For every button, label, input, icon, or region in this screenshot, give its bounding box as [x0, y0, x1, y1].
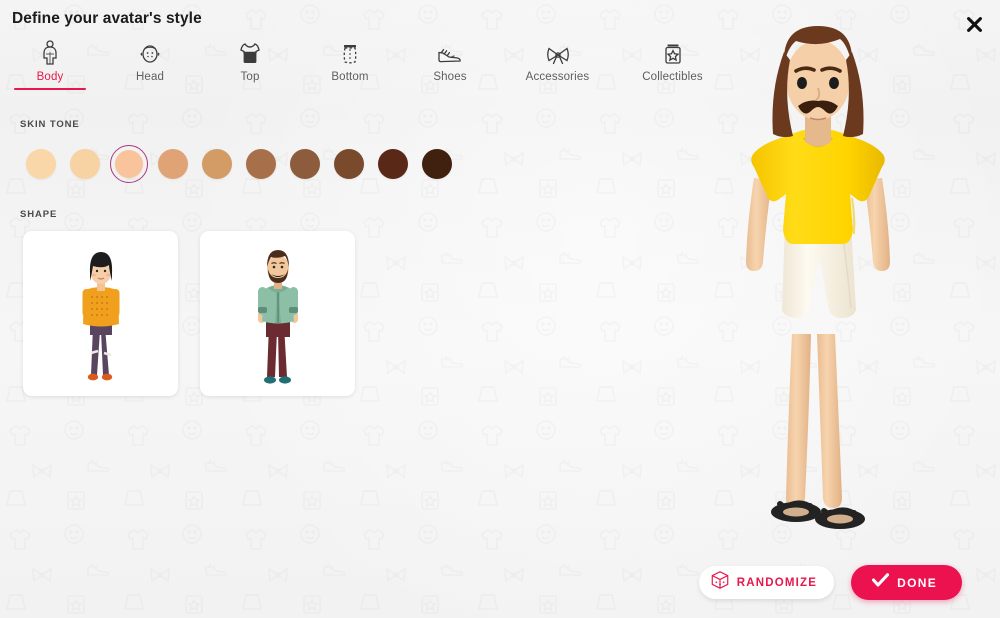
tab-shoes[interactable]: Shoes	[400, 40, 500, 83]
category-tabs: Body Head Top Bottom Shoes Accessories C…	[0, 40, 730, 94]
skin-tone-swatch-2[interactable]	[66, 145, 104, 183]
tab-body[interactable]: Body	[0, 40, 100, 90]
masculine-avatar-figure	[257, 250, 298, 384]
skin-tone-swatch-8[interactable]	[330, 145, 368, 183]
header-bar: Define your avatar's style	[0, 0, 1000, 34]
randomize-button[interactable]: RANDOMIZE	[698, 566, 835, 599]
swatch-color	[202, 149, 232, 179]
done-button[interactable]: DONE	[851, 565, 962, 600]
swatch-color	[115, 150, 143, 178]
action-bar: RANDOMIZE DONE	[698, 565, 962, 600]
avatar-preview-figure	[700, 0, 1000, 618]
tab-body-label: Body	[36, 71, 64, 83]
tab-bottom[interactable]: Bottom	[300, 40, 400, 83]
tab-collectibles-label: Collectibles	[642, 71, 703, 83]
swatch-color	[26, 149, 56, 179]
tab-collectibles[interactable]: Collectibles	[615, 40, 730, 83]
shape-option-feminine[interactable]	[23, 231, 178, 396]
tab-accessories-label: Accessories	[525, 71, 590, 83]
swatch-color	[334, 149, 364, 179]
skin-tone-swatch-9[interactable]	[374, 145, 412, 183]
skin-tone-swatch-3[interactable]	[110, 145, 148, 183]
skin-tone-swatch-10[interactable]	[418, 145, 456, 183]
tab-active-indicator	[14, 87, 86, 90]
tab-head[interactable]: Head	[100, 40, 200, 83]
tab-head-label: Head	[135, 71, 165, 83]
head-icon	[138, 40, 162, 66]
tab-top[interactable]: Top	[200, 40, 300, 83]
tab-top-label: Top	[240, 71, 260, 83]
skin-tone-section-label: SKIN TONE	[20, 119, 80, 130]
shape-option-row	[23, 231, 355, 396]
skin-tone-swatch-1[interactable]	[22, 145, 60, 183]
tab-bottom-label: Bottom	[331, 71, 369, 83]
swatch-color	[378, 149, 408, 179]
randomize-button-label: RANDOMIZE	[736, 576, 818, 589]
badge-jar-icon	[662, 40, 684, 66]
skin-tone-swatch-6[interactable]	[242, 145, 280, 183]
swatch-color	[246, 149, 276, 179]
feminine-avatar-figure	[82, 252, 119, 381]
avatar-editor-screen: Define your avatar's style Body Head Top…	[0, 0, 1000, 618]
swatch-color	[158, 149, 188, 179]
skin-tone-swatch-5[interactable]	[198, 145, 236, 183]
tab-accessories[interactable]: Accessories	[500, 40, 615, 83]
skin-tone-swatch-7[interactable]	[286, 145, 324, 183]
swatch-color	[70, 149, 100, 179]
top-shirt-icon	[237, 40, 263, 66]
close-icon[interactable]	[962, 12, 986, 36]
shoe-icon	[437, 40, 463, 66]
swatch-color	[290, 149, 320, 179]
check-icon	[872, 573, 890, 592]
page-title: Define your avatar's style	[12, 10, 202, 27]
body-icon	[39, 40, 61, 66]
done-button-label: DONE	[897, 575, 937, 590]
tab-shoes-label: Shoes	[433, 71, 467, 83]
bow-icon	[545, 40, 571, 66]
swatch-color	[422, 149, 452, 179]
shape-option-masculine[interactable]	[200, 231, 355, 396]
skin-tone-swatch-row	[22, 145, 456, 183]
dice-icon	[710, 570, 730, 595]
bottom-skirt-icon	[338, 40, 362, 66]
shape-section-label: SHAPE	[20, 209, 58, 220]
skin-tone-swatch-4[interactable]	[154, 145, 192, 183]
